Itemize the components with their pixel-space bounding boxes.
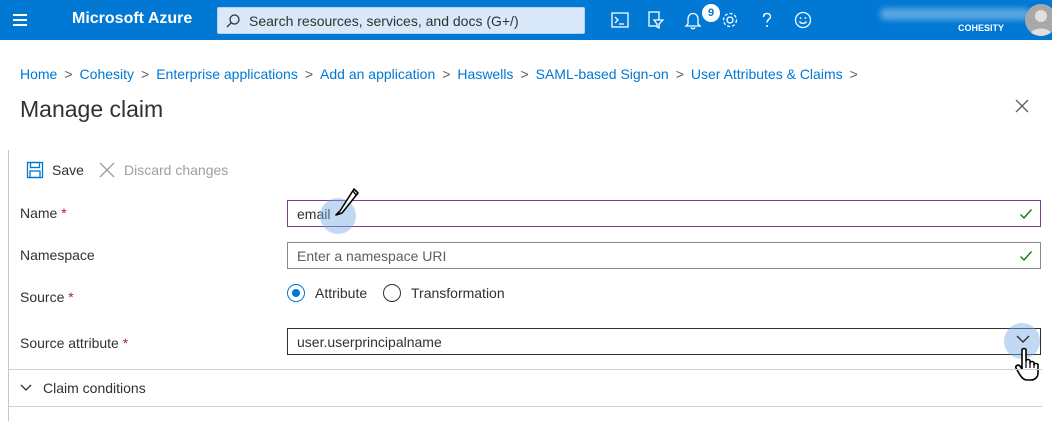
close-icon[interactable] <box>1014 98 1030 114</box>
global-search-input[interactable]: Search resources, services, and docs (G+… <box>217 7 585 34</box>
breadcrumb-cohesity[interactable]: Cohesity <box>80 66 134 82</box>
namespace-field[interactable]: Enter a namespace URI <box>287 242 1041 269</box>
page-title: Manage claim <box>20 96 164 122</box>
attribute-radio-label[interactable]: Attribute <box>315 285 367 301</box>
blade-left-border <box>8 150 9 421</box>
chevron-down-icon <box>20 384 32 391</box>
namespace-placeholder: Enter a namespace URI <box>297 248 447 264</box>
transformation-radio-label[interactable]: Transformation <box>411 285 505 301</box>
divider <box>8 406 1042 407</box>
breadcrumb: Home > Cohesity > Enterprise applications > Ad… <box>20 66 865 82</box>
notification-count-badge: 9 <box>702 4 720 22</box>
account-name-redacted[interactable] <box>880 8 1030 20</box>
breadcrumb-separator: > <box>675 66 684 82</box>
chevron-down-icon[interactable] <box>1016 334 1030 344</box>
valid-check-icon <box>1020 209 1033 220</box>
breadcrumb-separator: > <box>64 66 73 82</box>
source-label-text: Source <box>20 289 65 305</box>
edit-pencil-cursor-icon <box>335 188 359 216</box>
discard-label: Discard changes <box>124 162 229 178</box>
hand-pointer-cursor-icon <box>1015 347 1039 381</box>
settings-gear-icon[interactable] <box>720 10 740 30</box>
claim-conditions-label: Claim conditions <box>43 380 146 396</box>
discard-changes-button[interactable]: Discard changes <box>98 160 238 182</box>
breadcrumb-saml-sign-on[interactable]: SAML-based Sign-on <box>536 66 669 82</box>
source-label: Source * <box>20 289 74 305</box>
source-attribute-label: Source attribute * <box>20 335 128 351</box>
name-label: Name * <box>20 205 67 221</box>
search-icon <box>226 14 240 28</box>
search-placeholder: Search resources, services, and docs (G+… <box>249 13 519 29</box>
namespace-label: Namespace <box>20 247 95 263</box>
breadcrumb-separator: > <box>520 66 529 82</box>
name-label-text: Name <box>20 205 58 221</box>
source-attribute-dropdown[interactable]: user.userprincipalname <box>287 328 1041 355</box>
breadcrumb-separator: > <box>442 66 451 82</box>
notification-bell-icon[interactable] <box>683 10 703 30</box>
required-asterisk: * <box>61 205 67 221</box>
feedback-smiley-icon[interactable] <box>793 10 813 30</box>
attribute-radio[interactable] <box>287 284 305 302</box>
help-icon[interactable] <box>757 10 777 30</box>
save-button[interactable]: Save <box>26 160 86 182</box>
required-asterisk: * <box>68 289 74 305</box>
cloud-shell-icon[interactable] <box>610 10 630 30</box>
divider <box>8 369 1042 370</box>
brand-title[interactable]: Microsoft Azure <box>72 10 192 28</box>
breadcrumb-separator: > <box>141 66 150 82</box>
breadcrumb-enterprise-applications[interactable]: Enterprise applications <box>156 66 298 82</box>
discard-x-icon <box>99 162 115 178</box>
name-field[interactable]: email <box>287 200 1041 227</box>
source-attribute-value: user.userprincipalname <box>297 334 442 350</box>
avatar-icon[interactable] <box>1025 4 1052 36</box>
required-asterisk: * <box>122 335 129 351</box>
tenant-name: COHESITY <box>958 23 1005 33</box>
save-label: Save <box>52 162 84 178</box>
save-icon <box>26 161 44 179</box>
directory-filter-icon[interactable] <box>646 10 666 30</box>
breadcrumb-add-application[interactable]: Add an application <box>320 66 435 82</box>
transformation-radio[interactable] <box>383 284 401 302</box>
breadcrumb-user-attributes-claims[interactable]: User Attributes & Claims <box>691 66 843 82</box>
breadcrumb-separator: > <box>304 66 314 82</box>
breadcrumb-home[interactable]: Home <box>20 66 57 82</box>
breadcrumb-haswells[interactable]: Haswells <box>457 66 513 82</box>
hamburger-icon[interactable] <box>10 9 32 31</box>
breadcrumb-separator: > <box>849 66 858 82</box>
valid-check-icon <box>1020 251 1033 262</box>
azure-top-bar: Microsoft Azure Search resources, servic… <box>0 0 1052 40</box>
source-attribute-label-text: Source attribute <box>20 335 119 351</box>
